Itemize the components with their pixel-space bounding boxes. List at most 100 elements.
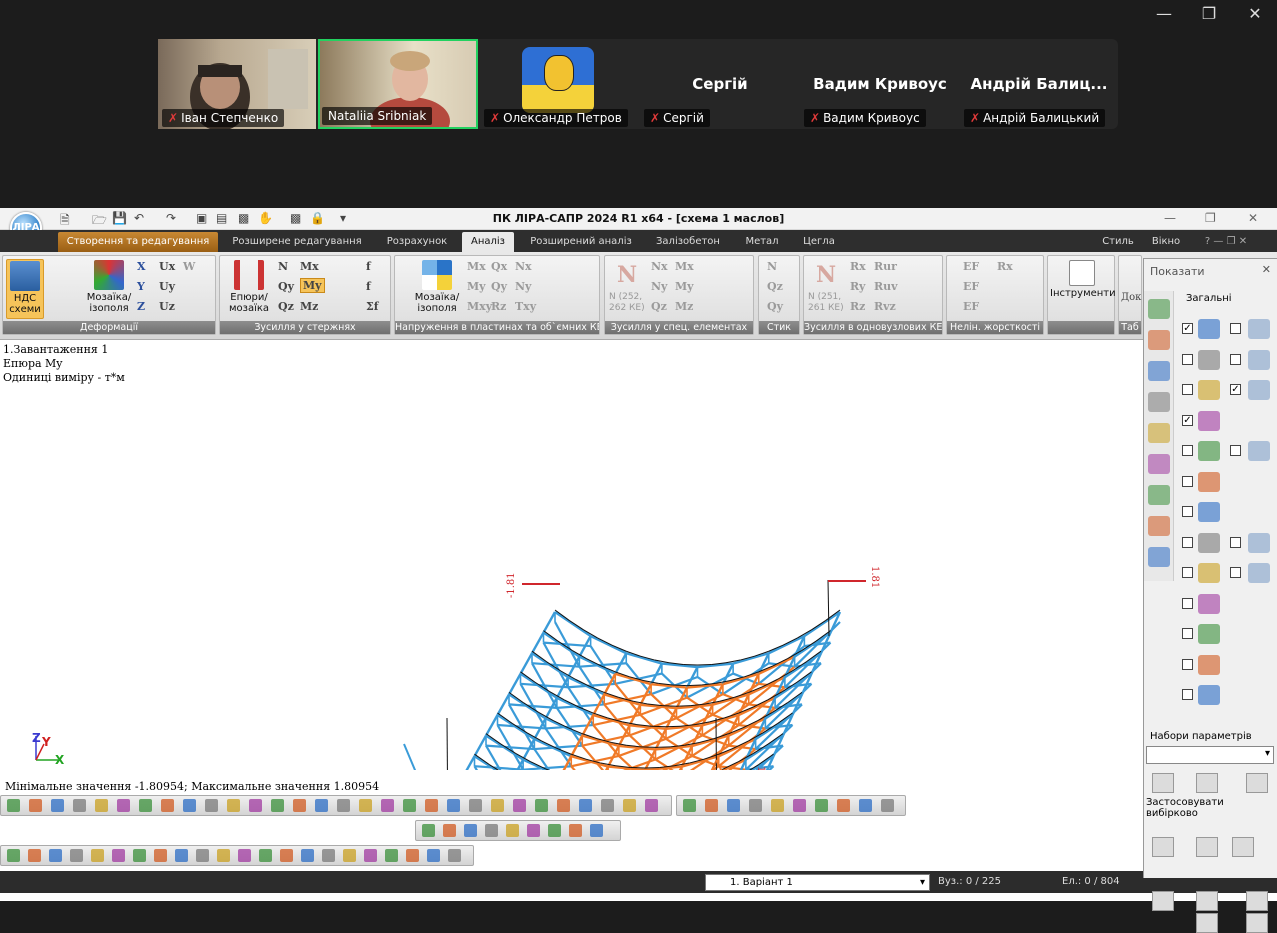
toolbar-tool-icon[interactable]	[590, 824, 603, 837]
toolbar-tool-icon[interactable]	[645, 799, 658, 812]
toolbar-tool-icon[interactable]	[28, 849, 41, 862]
toolbar-tool-icon[interactable]	[175, 849, 188, 862]
panel-tool-icon[interactable]	[1148, 423, 1170, 443]
toolbar-tool-icon[interactable]	[837, 799, 850, 812]
open-icon[interactable]: 🗁	[92, 211, 107, 232]
toolbar-tool-icon[interactable]	[337, 799, 350, 812]
toolbar-tool-icon[interactable]	[425, 799, 438, 812]
toolbar-tool-icon[interactable]	[535, 799, 548, 812]
redo-icon[interactable]: ↷	[166, 211, 176, 225]
option-checkbox[interactable]: ✓	[1230, 384, 1241, 395]
toolbar-tool-icon[interactable]	[881, 799, 894, 812]
option-checkbox[interactable]	[1182, 384, 1193, 395]
panel-action-button[interactable]	[1232, 837, 1254, 857]
toolbar-tool-icon[interactable]	[161, 799, 174, 812]
toolbar-tool-icon[interactable]	[183, 799, 196, 812]
panel-tool-icon[interactable]	[1148, 485, 1170, 505]
toolbar-tool-icon[interactable]	[91, 849, 104, 862]
option-checkbox[interactable]	[1182, 537, 1193, 548]
tab-advanced-analysis[interactable]: Розширений аналіз	[520, 232, 642, 252]
toolbar-tool-icon[interactable]	[485, 824, 498, 837]
participant-tile-active[interactable]: Nataliia Sribniak	[318, 39, 478, 129]
option-checkbox[interactable]	[1230, 323, 1241, 334]
cube-icon[interactable]: ▣	[196, 211, 207, 225]
toolbar-tool-icon[interactable]	[527, 824, 540, 837]
panel-action-button[interactable]	[1196, 837, 1218, 857]
option-checkbox[interactable]	[1230, 445, 1241, 456]
toolbar-tool-icon[interactable]	[548, 824, 561, 837]
toolbar-tool-icon[interactable]	[95, 799, 108, 812]
option-checkbox[interactable]	[1182, 567, 1193, 578]
toolbar-tool-icon[interactable]	[579, 799, 592, 812]
toolbar-tool-icon[interactable]	[422, 824, 435, 837]
panel-tool-icon[interactable]	[1148, 361, 1170, 381]
mosaic-isofield-2-button[interactable]: Мозаїка/ізополя	[409, 259, 465, 319]
toolbar-tool-icon[interactable]	[112, 849, 125, 862]
panel-tool-icon[interactable]	[1148, 454, 1170, 474]
toolbar-tool-icon[interactable]	[259, 849, 272, 862]
option-checkbox[interactable]	[1182, 689, 1193, 700]
panel-action-button[interactable]	[1152, 773, 1174, 793]
panel-action-button[interactable]	[1152, 837, 1174, 857]
menu-style[interactable]: Стиль	[1098, 232, 1138, 252]
doc-button[interactable]: Док	[1121, 292, 1141, 303]
option-checkbox[interactable]: ✓	[1182, 323, 1193, 334]
toolbar-tool-icon[interactable]	[506, 824, 519, 837]
panel-tool-icon[interactable]	[1148, 299, 1170, 319]
tab-metal[interactable]: Метал	[734, 232, 790, 252]
tab-concrete[interactable]: Залізобетон	[648, 232, 728, 252]
option-checkbox[interactable]	[1230, 354, 1241, 365]
model-view[interactable]: -1.811.81-1.811.81	[0, 340, 1140, 770]
toolbar-tool-icon[interactable]	[771, 799, 784, 812]
customize-arrow-icon[interactable]: ▾	[340, 211, 346, 225]
toolbar-tool-icon[interactable]	[683, 799, 696, 812]
toolbar-tool-icon[interactable]	[7, 849, 20, 862]
participant-tile[interactable]: Андрій Балиц... ✗Андрій Балицький	[960, 39, 1118, 129]
toolbar-tool-icon[interactable]	[49, 849, 62, 862]
toolbar-tool-icon[interactable]	[271, 799, 284, 812]
mosaic-isofield-button[interactable]: Мозаїка/ізополя	[81, 259, 137, 319]
tab-calculation[interactable]: Розрахунок	[378, 232, 456, 252]
participant-tile[interactable]: ✗Іван Степченко	[158, 39, 316, 129]
toolbar-tool-icon[interactable]	[448, 849, 461, 862]
toolbar-tool-icon[interactable]	[227, 799, 240, 812]
toolbar-tool-icon[interactable]	[139, 799, 152, 812]
panel-action-button[interactable]	[1196, 891, 1218, 911]
option-checkbox[interactable]	[1230, 567, 1241, 578]
panel-tool-icon[interactable]	[1148, 330, 1170, 350]
panel-action-button[interactable]	[1152, 891, 1174, 911]
maximize-icon[interactable]: ❐	[1194, 4, 1224, 23]
participant-tile[interactable]: ✗Олександр Петров	[480, 39, 640, 129]
option-checkbox[interactable]	[1182, 628, 1193, 639]
toolbar-tool-icon[interactable]	[117, 799, 130, 812]
panel-action-button[interactable]	[1196, 773, 1218, 793]
toolbar-tool-icon[interactable]	[749, 799, 762, 812]
toolbar-tool-icon[interactable]	[217, 849, 230, 862]
option-checkbox[interactable]	[1182, 598, 1193, 609]
app-minimize-icon[interactable]: —	[1164, 211, 1176, 225]
toolbar-tool-icon[interactable]	[322, 849, 335, 862]
option-checkbox[interactable]	[1182, 354, 1193, 365]
lock-icon[interactable]: 🔒	[310, 211, 325, 225]
toolbar-tool-icon[interactable]	[293, 799, 306, 812]
toolbar-tool-icon[interactable]	[385, 849, 398, 862]
toolbar-tool-icon[interactable]	[359, 799, 372, 812]
toolbar-tool-icon[interactable]	[557, 799, 570, 812]
toolbar-tool-icon[interactable]	[859, 799, 872, 812]
toolbar-tool-icon[interactable]	[280, 849, 293, 862]
toolbar-tool-icon[interactable]	[238, 849, 251, 862]
toolbar-tool-icon[interactable]	[793, 799, 806, 812]
panel-tool-icon[interactable]	[1148, 516, 1170, 536]
toolbar-tool-icon[interactable]	[70, 849, 83, 862]
my-button[interactable]: My	[300, 278, 325, 293]
toolbar-tool-icon[interactable]	[469, 799, 482, 812]
toolbar-tool-icon[interactable]	[727, 799, 740, 812]
participant-tile[interactable]: Сергій ✗Сергій	[640, 39, 800, 129]
toolbar-tool-icon[interactable]	[51, 799, 64, 812]
panel-action-button[interactable]	[1246, 891, 1268, 911]
option-checkbox[interactable]	[1182, 659, 1193, 670]
option-checkbox[interactable]	[1182, 506, 1193, 517]
toolbar-tool-icon[interactable]	[364, 849, 377, 862]
help-window-icons[interactable]: ? — ❐ ✕	[1196, 232, 1256, 252]
undo-icon[interactable]: ↶	[134, 211, 144, 225]
